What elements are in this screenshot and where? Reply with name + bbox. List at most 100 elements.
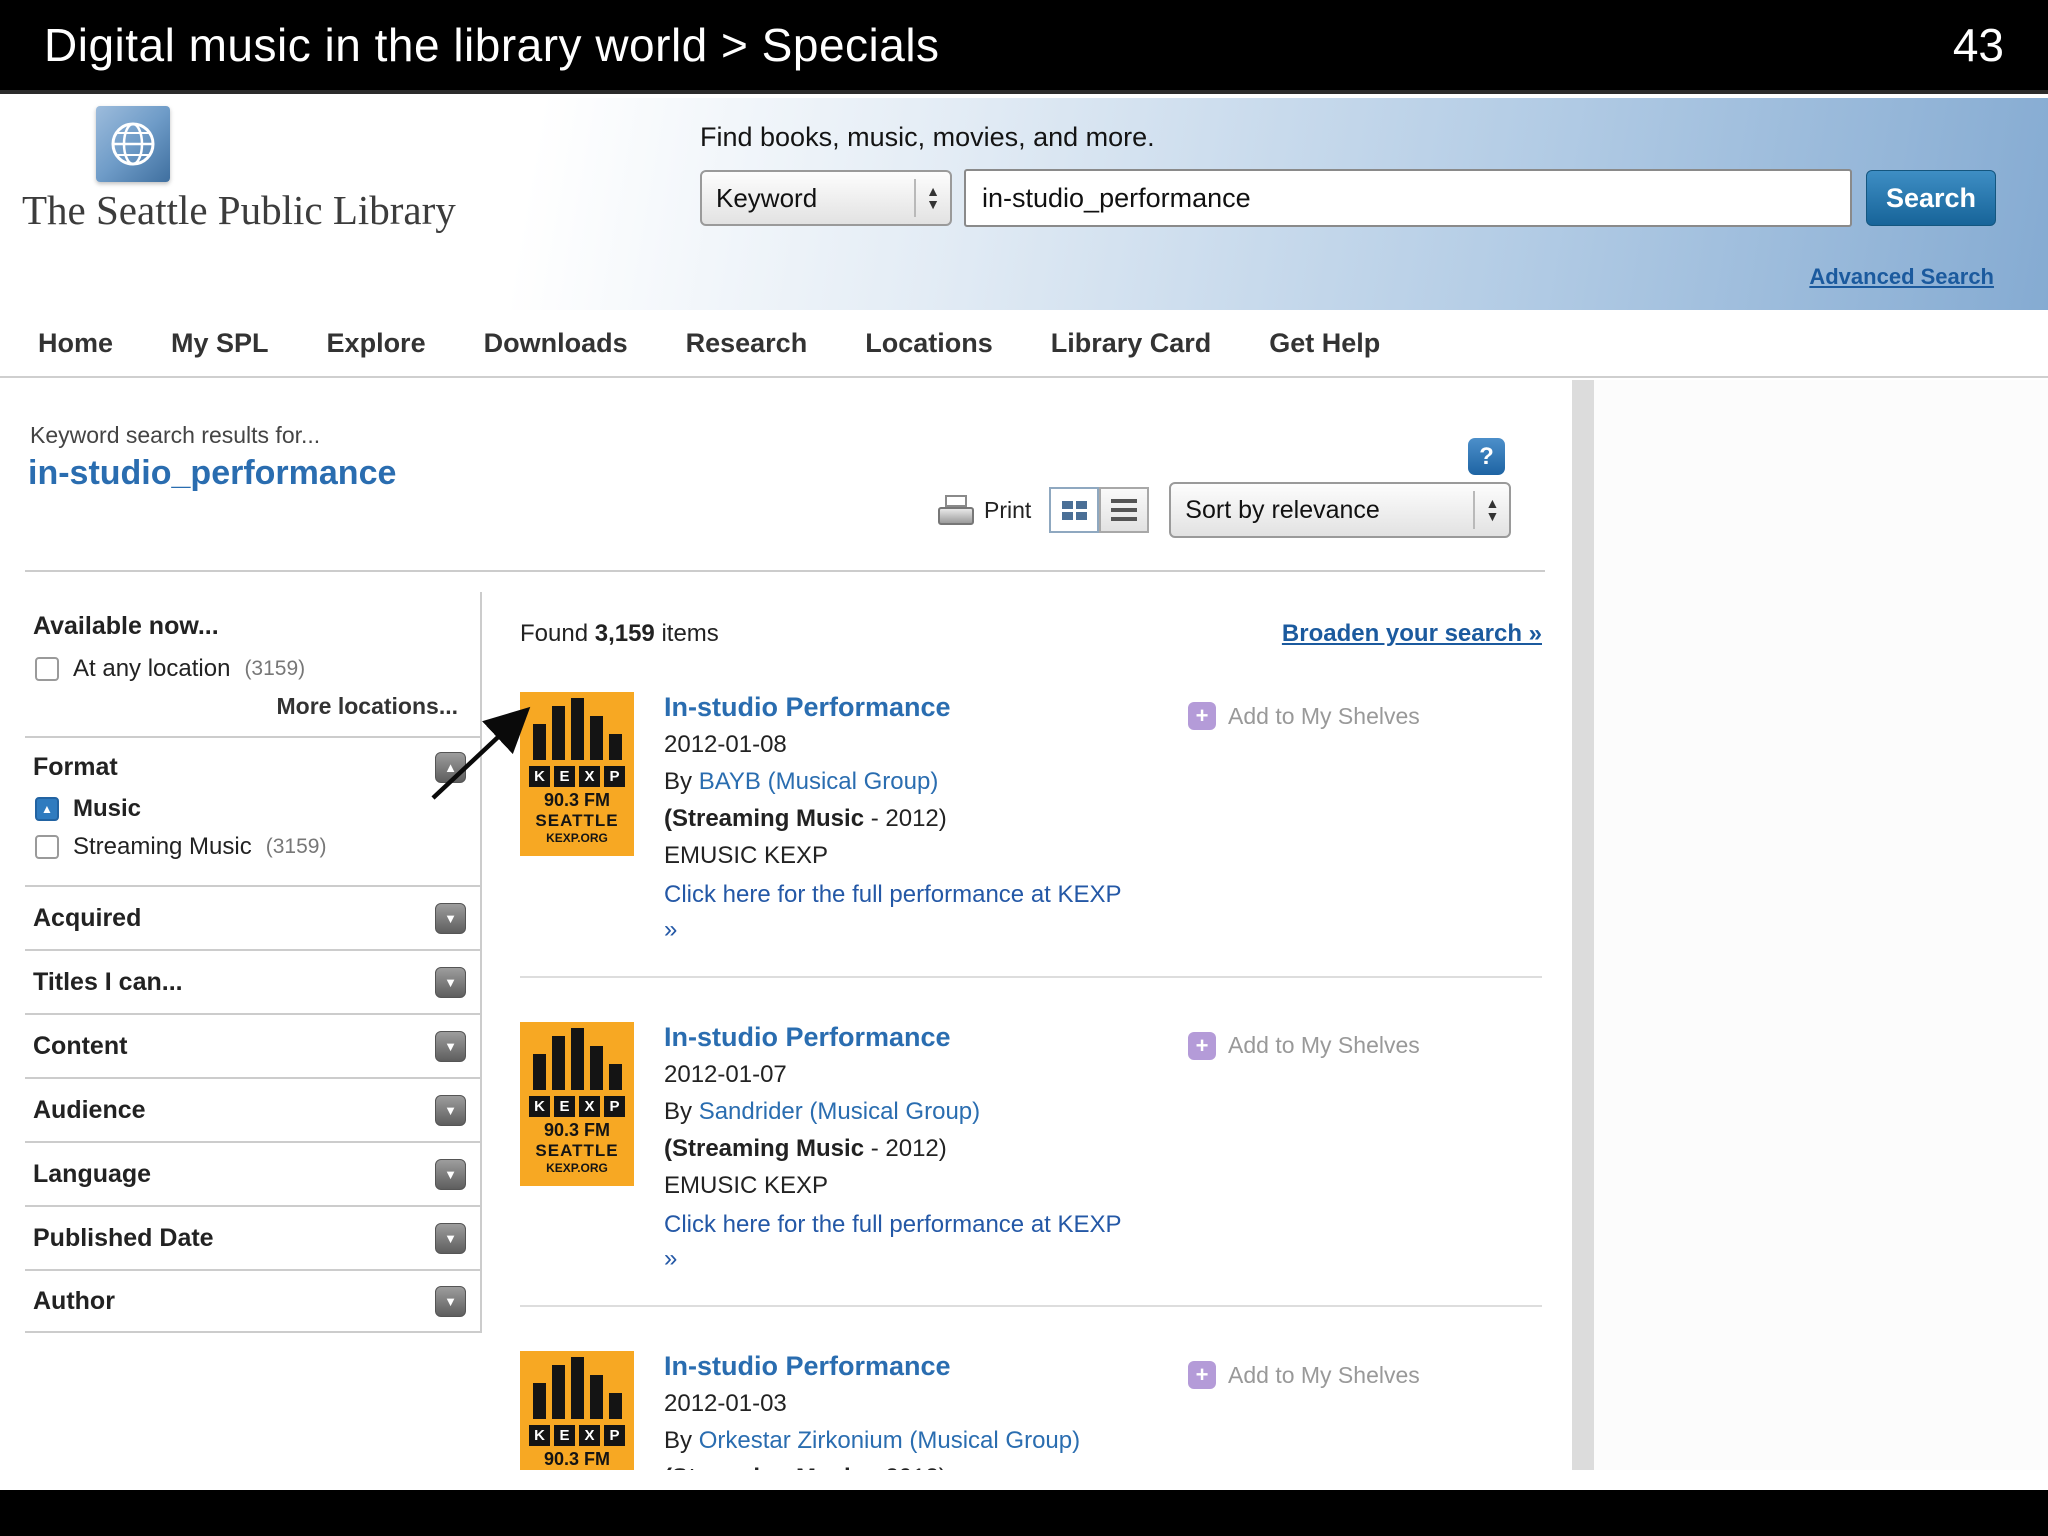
nav-item-explore[interactable]: Explore (327, 328, 426, 359)
add-to-shelves-button[interactable]: + Add to My Shelves (1188, 702, 1420, 730)
facet-section-language[interactable]: Language ▼ (25, 1141, 480, 1205)
facet-section-content[interactable]: Content ▼ (25, 1013, 480, 1077)
search-row: Keyword ▲ ▼ Search (700, 169, 1996, 227)
add-to-shelves-label: Add to My Shelves (1228, 1032, 1420, 1059)
kexp-equalizer-icon (532, 1357, 622, 1420)
found-prefix: Found (520, 620, 595, 647)
facets-sidebar: Available now... At any location (3159) … (25, 592, 482, 1333)
item-details: In-studio Performance 2012-01-08 By BAYB… (664, 692, 1244, 948)
broaden-search-link[interactable]: Broaden your search » (1282, 620, 1542, 648)
print-button[interactable]: Print (938, 495, 1031, 525)
kexp-frequency: 90.3 FM (543, 1449, 611, 1470)
item-title-link[interactable]: In-studio Performance (664, 1351, 1244, 1382)
nav-item-home[interactable]: Home (38, 328, 113, 359)
search-button[interactable]: Search (1866, 170, 1996, 226)
facet-streaming-music[interactable]: Streaming Music (3159) (25, 833, 480, 861)
any-location-checkbox[interactable] (35, 657, 59, 681)
streaming-music-count: (3159) (265, 835, 327, 858)
plus-icon: + (1188, 1361, 1216, 1390)
help-button[interactable]: ? (1468, 438, 1505, 475)
item-title-link[interactable]: In-studio Performance (664, 692, 1244, 723)
add-to-shelves-label: Add to My Shelves (1228, 702, 1420, 729)
expand-arrow-button[interactable]: ▼ (435, 1158, 466, 1190)
print-icon (938, 495, 974, 525)
page-body: Keyword search results for... in-studio_… (0, 380, 2048, 1470)
expand-arrow-button[interactable]: ▼ (435, 902, 466, 934)
facet-format-header: Format ▲ (25, 738, 480, 795)
nav-item-downloads[interactable]: Downloads (484, 328, 628, 359)
item-date: 2012-01-07 (664, 1060, 787, 1088)
search-input[interactable] (964, 169, 1852, 227)
item-details: In-studio Performance 2012-01-03 By Orke… (664, 1351, 1244, 1470)
album-art-thumbnail[interactable]: KEXP 90.3 FM SEATTLE KEXP.ORG (520, 1351, 634, 1470)
artist-link[interactable]: Sandrider (Musical Group) (699, 1098, 980, 1125)
search-type-value: Keyword (716, 182, 818, 213)
facet-section-label: Audience (33, 1095, 146, 1124)
add-to-shelves-button[interactable]: + Add to My Shelves (1188, 1031, 1420, 1060)
stepper-icon: ▲ ▼ (914, 179, 940, 217)
kexp-city: SEATTLE (535, 1140, 619, 1160)
facet-section-published-date[interactable]: Published Date ▼ (25, 1205, 480, 1269)
music-checkbox-checked[interactable]: ▲ (35, 797, 59, 821)
library-logo-text: The Seattle Public Library (22, 187, 456, 233)
sort-select-value: Sort by relevance (1185, 495, 1380, 524)
by-prefix: By (664, 1097, 699, 1125)
add-to-shelves-button[interactable]: + Add to My Shelves (1188, 1361, 1420, 1390)
nav-item-my-spl[interactable]: My SPL (171, 328, 269, 359)
list-view-icon (1111, 499, 1138, 521)
item-performance-link[interactable]: Click here for the full performance at K… (664, 1208, 1124, 1278)
music-label: Music (73, 795, 142, 822)
nav-item-get-help[interactable]: Get Help (1269, 328, 1380, 359)
kexp-equalizer-icon (532, 1027, 622, 1090)
facet-section-label: Content (33, 1031, 128, 1060)
facet-section-author[interactable]: Author ▼ (25, 1269, 480, 1333)
advanced-search-link[interactable]: Advanced Search (1809, 264, 1994, 290)
stepper-down-icon: ▼ (926, 196, 940, 212)
main-nav: Home My SPL Explore Downloads Research L… (0, 310, 2048, 378)
kexp-equalizer-icon (532, 698, 622, 760)
nav-item-library-card[interactable]: Library Card (1051, 328, 1212, 359)
kexp-letters: KEXP (529, 1425, 625, 1447)
album-art-thumbnail[interactable]: KEXP 90.3 FM SEATTLE KEXP.ORG (520, 692, 634, 856)
results-list: Found 3,159 items Broaden your search » … (520, 592, 1542, 1470)
nav-item-research[interactable]: Research (686, 328, 808, 359)
library-logo[interactable]: The Seattle Public Library (22, 106, 456, 234)
kexp-letters: KEXP (529, 1095, 625, 1117)
facet-music[interactable]: ▲ Music (25, 795, 480, 823)
expand-arrow-button[interactable]: ▼ (435, 966, 466, 998)
expand-arrow-button[interactable]: ▼ (435, 1094, 466, 1126)
browser-screenshot: The Seattle Public Library Find books, m… (0, 98, 2048, 1490)
item-title-link[interactable]: In-studio Performance (664, 1022, 1244, 1053)
streaming-music-checkbox[interactable] (35, 835, 59, 859)
facet-section-audience[interactable]: Audience ▼ (25, 1077, 480, 1141)
item-date: 2012-01-03 (664, 1390, 787, 1418)
facet-any-location[interactable]: At any location (3159) (25, 655, 480, 683)
nav-item-locations[interactable]: Locations (865, 328, 993, 359)
print-label: Print (984, 496, 1032, 523)
sort-select[interactable]: Sort by relevance ▲ ▼ (1169, 482, 1512, 538)
kexp-url: KEXP.ORG (546, 831, 608, 845)
collapse-arrow-button[interactable]: ▲ (435, 752, 466, 783)
artist-link[interactable]: Orkestar Zirkonium (Musical Group) (699, 1427, 1080, 1454)
item-byline: By Sandrider (Musical Group) (664, 1097, 1244, 1127)
album-art-thumbnail[interactable]: KEXP 90.3 FM SEATTLE KEXP.ORG (520, 1021, 634, 1186)
facet-format-title: Format (33, 753, 118, 781)
list-view-button[interactable] (1099, 487, 1150, 533)
grid-view-icon (1061, 500, 1087, 520)
item-format: (Streaming Music - 2012) (664, 1134, 947, 1162)
more-locations-link[interactable]: More locations... (25, 693, 480, 720)
page-gutter (1572, 380, 1594, 1470)
expand-arrow-button[interactable]: ▼ (435, 1030, 466, 1062)
expand-arrow-button[interactable]: ▼ (435, 1222, 466, 1254)
facet-format-options: ▲ Music Streaming Music (3159) (25, 795, 480, 885)
facet-section-titles-i-can[interactable]: Titles I can... ▼ (25, 949, 480, 1013)
grid-view-button[interactable] (1049, 487, 1100, 533)
right-empty-panel (1594, 380, 2048, 1470)
results-breadcrumb: Keyword search results for... (30, 422, 321, 448)
artist-link[interactable]: BAYB (Musical Group) (699, 768, 939, 795)
search-type-select[interactable]: Keyword ▲ ▼ (700, 170, 952, 226)
expand-arrow-button[interactable]: ▼ (435, 1285, 466, 1317)
item-byline: By Orkestar Zirkonium (Musical Group) (664, 1426, 1244, 1456)
item-performance-link[interactable]: Click here for the full performance at K… (664, 878, 1124, 948)
facet-section-acquired[interactable]: Acquired ▼ (25, 885, 480, 949)
